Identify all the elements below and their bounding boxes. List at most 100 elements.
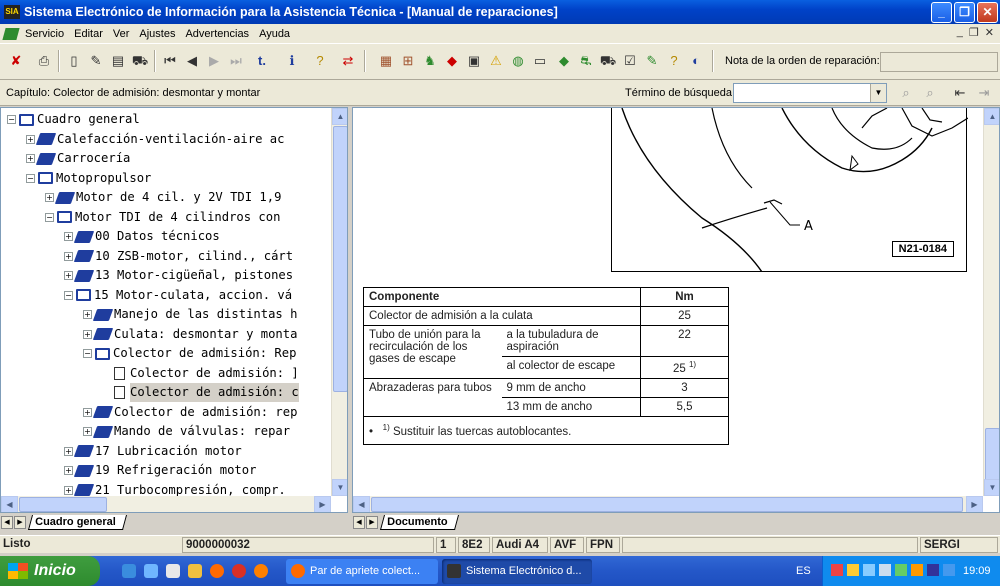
mdi-close-button[interactable]: ✕	[985, 26, 994, 39]
next-icon[interactable]: ▶	[204, 50, 224, 72]
tree-item[interactable]: +13 Motor-cigüeñal, pistones	[64, 266, 293, 285]
volume-icon[interactable]	[879, 564, 891, 576]
menu-editar[interactable]: Editar	[69, 28, 108, 40]
tree-scroll-thumb[interactable]	[333, 126, 347, 392]
expand-icon[interactable]: +	[26, 134, 35, 144]
collapse-icon[interactable]: −	[45, 212, 54, 222]
desktop-icon[interactable]	[166, 564, 180, 578]
context-help-icon[interactable]: ?	[664, 50, 684, 72]
browser-icon[interactable]	[144, 564, 158, 578]
tree-item[interactable]: + Carrocería	[26, 149, 130, 168]
tree-item[interactable]: + Colector de admisión: rep	[83, 403, 297, 422]
tree-item[interactable]: +00 Datos técnicos	[64, 227, 220, 246]
network-icon[interactable]	[863, 564, 875, 576]
scroll-right-icon[interactable]: ▶	[966, 496, 983, 512]
previous-icon[interactable]: ◀	[182, 50, 202, 72]
expand-icon[interactable]: +	[64, 466, 73, 475]
save-icon[interactable]: ▭	[530, 50, 550, 72]
minimize-button[interactable]: _	[931, 2, 952, 23]
tree-item[interactable]: Colector de admisión: c	[102, 383, 299, 402]
scroll-up-icon[interactable]: ▲	[984, 108, 999, 125]
tree-item[interactable]: + Manejo de las distintas h	[83, 305, 297, 324]
tree-item[interactable]: +17 Lubricación motor	[64, 442, 242, 461]
order-note-field[interactable]	[880, 52, 998, 72]
start-button[interactable]: Inicio	[0, 556, 100, 586]
tree-item[interactable]: + Calefacción-ventilación-aire ac	[26, 130, 284, 149]
tray-icon[interactable]	[831, 564, 843, 576]
close-button[interactable]: ✕	[977, 2, 998, 23]
tree-item[interactable]: + Culata: desmontar y monta	[83, 325, 297, 344]
scroll-down-icon[interactable]: ▼	[984, 479, 999, 496]
exit-icon[interactable]: ✘	[6, 50, 26, 72]
cross-grid-icon[interactable]: ⊞	[398, 50, 418, 72]
expand-icon[interactable]: +	[83, 310, 92, 319]
mdi-restore-button[interactable]: ❐	[969, 26, 979, 39]
edit-document-icon[interactable]: ✎	[86, 50, 106, 72]
info-icon[interactable]: ℹ	[282, 50, 302, 72]
tab-next-icon[interactable]: ▶	[14, 516, 26, 529]
expand-icon[interactable]: +	[64, 485, 73, 495]
collapse-icon[interactable]: −	[64, 290, 73, 300]
manual-icon[interactable]: ◆	[554, 50, 574, 72]
collapse-icon[interactable]: −	[26, 173, 35, 183]
tray-icon[interactable]	[927, 564, 939, 576]
tab-documento[interactable]: Documento	[379, 515, 459, 530]
menu-ayuda[interactable]: Ayuda	[254, 28, 295, 40]
expand-icon[interactable]: +	[83, 329, 92, 339]
collapse-icon[interactable]: −	[83, 349, 92, 358]
app-menu-icon[interactable]	[2, 27, 20, 40]
tab-cuadro-general[interactable]: Cuadro general	[27, 515, 127, 530]
tray-icon[interactable]	[943, 564, 955, 576]
edit-manual-icon[interactable]: ✎	[642, 50, 662, 72]
new-document-icon[interactable]: ▯	[64, 50, 84, 72]
expand-icon[interactable]: +	[64, 271, 73, 280]
tree-item[interactable]: − Colector de admisión: Rep	[83, 344, 296, 363]
menu-ver[interactable]: Ver	[108, 28, 135, 40]
mdi-minimize-button[interactable]: _	[957, 26, 963, 39]
tree-item[interactable]: + Motor de 4 cil. y 2V TDI 1,9	[45, 188, 281, 207]
tree-item[interactable]: − Motor TDI de 4 cilindros con	[45, 208, 280, 227]
help-icon[interactable]: ?	[310, 50, 330, 72]
last-icon[interactable]: ⏭	[226, 50, 246, 72]
scroll-left-icon[interactable]: ◀	[353, 496, 370, 512]
expand-icon[interactable]: +	[26, 154, 35, 163]
print-icon[interactable]: ⎙	[34, 50, 54, 72]
document-hscroll-thumb[interactable]	[371, 497, 963, 512]
search-prev-icon[interactable]: ⇤	[950, 83, 970, 103]
vehicle-search-icon[interactable]: ⛟	[598, 50, 618, 72]
task-sistema[interactable]: Sistema Electrónico d...	[442, 559, 592, 584]
vehicle-icon[interactable]: ⛟	[130, 50, 150, 72]
car-icon[interactable]: ⛐	[576, 50, 596, 72]
checklist-icon[interactable]: ▣	[464, 50, 484, 72]
tray-icon[interactable]	[847, 564, 859, 576]
expand-icon[interactable]: +	[45, 193, 54, 202]
tab-prev-icon[interactable]: ◀	[353, 516, 365, 529]
globe-icon[interactable]: ◍	[508, 50, 528, 72]
expand-icon[interactable]: +	[64, 251, 73, 261]
tree-item[interactable]: +10 ZSB-motor, cilind., cárt	[64, 247, 293, 266]
search-next-icon[interactable]: ⇥	[974, 83, 994, 103]
tree-item[interactable]: +19 Refrigeración motor	[64, 461, 256, 480]
tab-prev-icon[interactable]: ◀	[1, 516, 13, 529]
flag-icon[interactable]: ◐	[686, 50, 706, 72]
menu-ajustes[interactable]: Ajustes	[134, 28, 180, 40]
tree-hscroll-thumb[interactable]	[19, 497, 107, 512]
scroll-down-icon[interactable]: ▼	[332, 479, 347, 496]
search-back-icon[interactable]: ⌕	[920, 83, 940, 103]
scroll-up-icon[interactable]: ▲	[332, 108, 347, 125]
clipboard-icon[interactable]: ☑	[620, 50, 640, 72]
tree-item[interactable]: + Mando de válvulas: repar	[83, 422, 290, 441]
search-forward-icon[interactable]: ⌕	[896, 83, 916, 103]
tray-icon[interactable]	[911, 564, 923, 576]
task-firefox[interactable]: Par de apriete colect...	[286, 559, 438, 584]
tab-next-icon[interactable]: ▶	[366, 516, 378, 529]
ie-icon[interactable]	[122, 564, 136, 578]
expand-icon[interactable]: +	[83, 427, 92, 436]
warning-icon[interactable]: ⚠	[486, 50, 506, 72]
grid-icon[interactable]: ▦	[376, 50, 396, 72]
chrome-icon[interactable]	[232, 564, 246, 578]
chevron-down-icon[interactable]: ▼	[870, 84, 886, 102]
switch-icon[interactable]: ⇄	[338, 50, 358, 72]
tree-item[interactable]: − 15 Motor-culata, accion. vá	[64, 286, 292, 305]
document-vertical-scrollbar[interactable]: ▲ ▼	[983, 108, 999, 496]
